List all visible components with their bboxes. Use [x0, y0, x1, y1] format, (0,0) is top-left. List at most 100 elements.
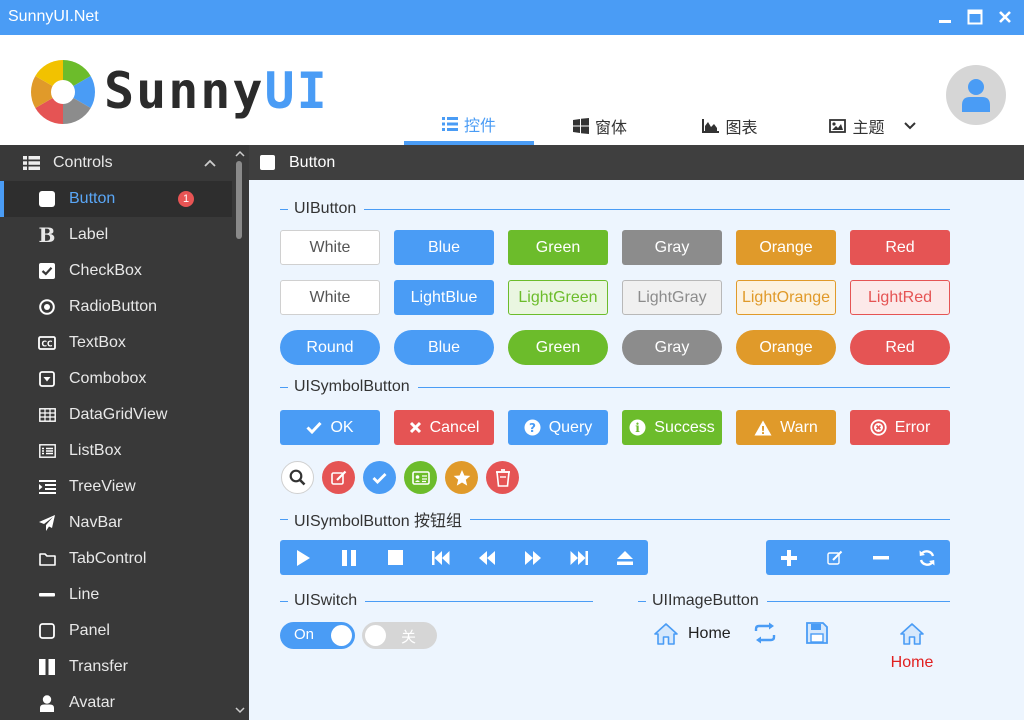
- sidebar-group-label: Controls: [53, 154, 113, 171]
- button-lightblue[interactable]: LightBlue: [394, 280, 494, 315]
- section-uiswitch: UISwitch: [280, 591, 593, 611]
- minimize-button[interactable]: [934, 6, 956, 28]
- skip-forward-button[interactable]: [556, 540, 602, 575]
- sidebar-item-listbox[interactable]: ListBox: [0, 433, 232, 469]
- sidebar-item-datagridview[interactable]: DataGridView: [0, 397, 232, 433]
- edit-circle-button[interactable]: [322, 461, 355, 494]
- button-round-orange[interactable]: Orange: [736, 330, 836, 365]
- remove-button[interactable]: [858, 540, 904, 575]
- home-image-button[interactable]: Home: [653, 622, 731, 646]
- success-button[interactable]: i Success: [622, 410, 722, 445]
- check-circle-button[interactable]: [363, 461, 396, 494]
- repeat-image-button[interactable]: [753, 622, 777, 644]
- button-white-light[interactable]: White: [280, 280, 380, 315]
- switch-knob: [331, 625, 352, 646]
- search-icon: [289, 469, 306, 486]
- home-icon: [900, 623, 924, 645]
- button-lightgray[interactable]: LightGray: [622, 280, 722, 315]
- tab-forms[interactable]: 窗体: [545, 107, 655, 145]
- fast-forward-icon: [525, 550, 541, 565]
- button-red[interactable]: Red: [850, 230, 950, 265]
- refresh-button[interactable]: [904, 540, 950, 575]
- save-image-button[interactable]: [806, 622, 828, 644]
- chevron-up-icon: [204, 159, 216, 167]
- sidebar-item-tabcontrol[interactable]: TabControl: [0, 541, 232, 577]
- save-icon: [806, 622, 828, 644]
- svg-text:!: !: [761, 424, 766, 436]
- sidebar-item-panel[interactable]: Panel: [0, 613, 232, 649]
- sidebar-item-transfer[interactable]: Transfer: [0, 649, 232, 685]
- sidebar-item-treeview[interactable]: TreeView: [0, 469, 232, 505]
- button-orange[interactable]: Orange: [736, 230, 836, 265]
- square-icon: [260, 155, 275, 170]
- caret-square-down-icon: [38, 370, 56, 388]
- button-round[interactable]: Round: [280, 330, 380, 365]
- sidebar-item-navbar[interactable]: NavBar: [0, 505, 232, 541]
- switch-off[interactable]: 关: [362, 622, 437, 649]
- edit-icon: [827, 550, 843, 565]
- button-blue[interactable]: Blue: [394, 230, 494, 265]
- user-icon: [962, 79, 990, 112]
- skip-back-button[interactable]: [418, 540, 464, 575]
- close-icon: [409, 421, 421, 434]
- pause-button[interactable]: [326, 540, 372, 575]
- sidebar-item-label[interactable]: B Label: [0, 217, 232, 253]
- button-round-gray[interactable]: Gray: [622, 330, 722, 365]
- button-round-blue[interactable]: Blue: [394, 330, 494, 365]
- warn-button[interactable]: ! Warn: [736, 410, 836, 445]
- eject-button[interactable]: [602, 540, 648, 575]
- button-lightgreen[interactable]: LightGreen: [508, 280, 608, 315]
- error-button[interactable]: Error: [850, 410, 950, 445]
- button-lightred[interactable]: LightRed: [850, 280, 950, 315]
- scroll-down-icon[interactable]: [235, 707, 245, 714]
- sidebar-group-controls[interactable]: Controls: [0, 145, 232, 181]
- home-image-button-vertical[interactable]: Home: [891, 622, 933, 672]
- sidebar-item-combobox[interactable]: Combobox: [0, 361, 232, 397]
- tab-controls[interactable]: 控件: [404, 107, 534, 145]
- idcard-circle-button[interactable]: [404, 461, 437, 494]
- tab-theme[interactable]: 主题: [818, 107, 928, 145]
- ok-button[interactable]: OK: [280, 410, 380, 445]
- pause-icon: [342, 549, 356, 566]
- image-icon: [829, 119, 847, 133]
- play-button[interactable]: [280, 540, 326, 575]
- star-circle-button[interactable]: [445, 461, 478, 494]
- fast-forward-button[interactable]: [510, 540, 556, 575]
- sidebar-item-radiobutton[interactable]: RadioButton: [0, 289, 232, 325]
- dot-circle-icon: [38, 298, 56, 316]
- sidebar-item-label: Button: [69, 190, 116, 207]
- app-header: SunnyUI 控件 窗体 图表 主题: [0, 35, 1024, 145]
- avatar[interactable]: [946, 65, 1006, 125]
- search-circle-button[interactable]: [281, 461, 314, 494]
- sidebar-item-line[interactable]: Line: [0, 577, 232, 613]
- rewind-button[interactable]: [464, 540, 510, 575]
- button-round-green[interactable]: Green: [508, 330, 608, 365]
- switch-on[interactable]: On: [280, 622, 355, 649]
- sidebar-item-button[interactable]: Button 1: [0, 181, 232, 217]
- square-icon: [38, 190, 56, 208]
- add-button[interactable]: [766, 540, 812, 575]
- button-round-red[interactable]: Red: [850, 330, 950, 365]
- edit-button[interactable]: [812, 540, 858, 575]
- button-green[interactable]: Green: [508, 230, 608, 265]
- stop-button[interactable]: [372, 540, 418, 575]
- eject-icon: [617, 550, 633, 565]
- scroll-up-icon[interactable]: [235, 150, 245, 157]
- question-circle-icon: ?: [524, 419, 541, 436]
- button-white[interactable]: White: [280, 230, 380, 265]
- scroll-thumb[interactable]: [236, 161, 242, 239]
- close-window-button[interactable]: [994, 6, 1016, 28]
- sidebar-item-avatar[interactable]: Avatar: [0, 685, 232, 720]
- trash-circle-button[interactable]: [486, 461, 519, 494]
- maximize-button[interactable]: [964, 6, 986, 28]
- button-lightorange[interactable]: LightOrange: [736, 280, 836, 315]
- cancel-button[interactable]: Cancel: [394, 410, 494, 445]
- square-outline-icon: [38, 622, 56, 640]
- sidebar-item-checkbox[interactable]: CheckBox: [0, 253, 232, 289]
- query-button[interactable]: ? Query: [508, 410, 608, 445]
- sidebar-item-textbox[interactable]: CC TextBox: [0, 325, 232, 361]
- list-icon: [441, 117, 458, 131]
- tab-charts[interactable]: 图表: [675, 107, 785, 145]
- button-gray[interactable]: Gray: [622, 230, 722, 265]
- refresh-icon: [919, 549, 935, 566]
